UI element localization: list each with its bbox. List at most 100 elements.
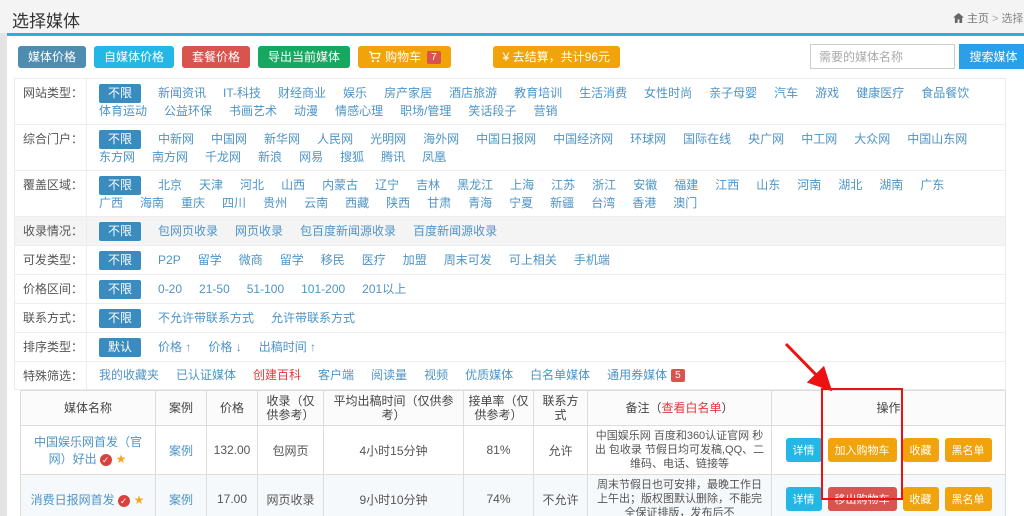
filter-option[interactable]: 已认证媒体 [176,367,236,384]
case-link[interactable]: 案例 [169,444,193,458]
filter-option[interactable]: 动漫 [294,103,318,120]
search-input[interactable] [810,44,955,69]
search-button[interactable]: 搜索媒体 [959,44,1024,69]
filter-option[interactable]: 白名单媒体 [530,367,590,384]
filter-option[interactable]: 天津 [199,177,223,194]
filter-option[interactable]: 中工网 [801,131,837,148]
filter-option[interactable]: 101-200 [301,281,345,298]
filter-option[interactable]: 云南 [304,195,328,212]
filter-option[interactable]: 营销 [533,103,557,120]
filter-option[interactable]: 人民网 [317,131,353,148]
detail-button[interactable]: 详情 [786,487,822,511]
add-to-cart-button[interactable]: 加入购物车 [828,438,897,462]
filter-option[interactable]: 娱乐 [343,85,367,102]
filter-option[interactable]: 黑龙江 [457,177,493,194]
filter-option[interactable]: 周末可发 [444,252,492,269]
filter-option[interactable]: P2P [158,252,181,269]
filter-option[interactable]: 默认 [99,338,141,357]
filter-option[interactable]: 光明网 [370,131,406,148]
checkout-button[interactable]: ¥ 去结算，共计96元 [493,46,620,68]
filter-option[interactable]: 甘肃 [427,195,451,212]
filter-option[interactable]: 不限 [99,251,141,270]
view-whitelist-link[interactable]: 查看白名单 [661,401,721,415]
media-name-link[interactable]: 消费日报网首发 [31,493,115,507]
filter-option[interactable]: 新浪 [258,149,282,166]
filter-option[interactable]: 千龙网 [205,149,241,166]
filter-option[interactable]: 职场/管理 [400,103,451,120]
case-link[interactable]: 案例 [169,493,193,507]
cart-button[interactable]: 购物车7 [358,46,451,68]
filter-option[interactable]: 北京 [158,177,182,194]
filter-option[interactable]: 食品餐饮 [921,85,969,102]
filter-option[interactable]: 安徽 [633,177,657,194]
filter-option[interactable]: 河北 [240,177,264,194]
filter-option[interactable]: 房产家居 [384,85,432,102]
filter-option[interactable]: 百度新闻源收录 [413,223,497,240]
filter-option[interactable]: 海外网 [423,131,459,148]
filter-option[interactable]: 陕西 [386,195,410,212]
filter-option[interactable]: 重庆 [181,195,205,212]
filter-option[interactable]: 湖南 [879,177,903,194]
filter-option[interactable]: 内蒙古 [322,177,358,194]
filter-option[interactable]: 笑话段子 [468,103,516,120]
filter-option[interactable]: 山西 [281,177,305,194]
filter-option[interactable]: 移民 [321,252,345,269]
filter-option[interactable]: 新疆 [550,195,574,212]
filter-option[interactable]: 女性时尚 [644,85,692,102]
package-price-button[interactable]: 套餐价格 [182,46,250,68]
filter-option[interactable]: 留学 [280,252,304,269]
filter-option[interactable]: 手机端 [574,252,610,269]
filter-option[interactable]: 不限 [99,130,141,149]
filter-option[interactable]: 海南 [140,195,164,212]
filter-option[interactable]: 汽车 [774,85,798,102]
filter-option[interactable]: 我的收藏夹 [99,367,159,384]
filter-option[interactable]: 西藏 [345,195,369,212]
filter-option[interactable]: 新华网 [264,131,300,148]
filter-option[interactable]: 央广网 [748,131,784,148]
filter-option[interactable]: 创建百科 [253,367,301,384]
filter-option[interactable]: 山东 [756,177,780,194]
remove-from-cart-button[interactable]: 移出购物车 [828,487,897,511]
filter-option[interactable]: 江苏 [551,177,575,194]
filter-option[interactable]: 201以上 [362,281,406,298]
filter-option[interactable]: 不允许带联系方式 [158,310,254,327]
filter-option[interactable]: 广东 [920,177,944,194]
filter-option[interactable]: 浙江 [592,177,616,194]
filter-option[interactable]: 不限 [99,309,141,328]
filter-option[interactable]: 湖北 [838,177,862,194]
filter-option[interactable]: 凤凰 [422,149,446,166]
export-current-media-button[interactable]: 导出当前媒体 [258,46,350,68]
filter-option[interactable]: 出稿时间 ↑ [259,339,316,356]
filter-option[interactable]: 可上相关 [509,252,557,269]
filter-option[interactable]: IT-科技 [223,85,261,102]
filter-option[interactable]: 留学 [198,252,222,269]
filter-option[interactable]: 包百度新闻源收录 [300,223,396,240]
filter-option[interactable]: 吉林 [416,177,440,194]
filter-option[interactable]: 亲子母婴 [709,85,757,102]
filter-option[interactable]: 中国网 [211,131,247,148]
filter-option[interactable]: 不限 [99,84,141,103]
filter-option[interactable]: 上海 [510,177,534,194]
blacklist-button[interactable]: 黑名单 [945,487,992,511]
self-media-price-button[interactable]: 自媒体价格 [94,46,174,68]
filter-option[interactable]: 青海 [468,195,492,212]
filter-option[interactable]: 阅读量 [371,367,407,384]
filter-option[interactable]: 公益环保 [164,103,212,120]
favorite-button[interactable]: 收藏 [903,438,939,462]
filter-option[interactable]: 加盟 [403,252,427,269]
filter-option[interactable]: 广西 [99,195,123,212]
filter-option[interactable]: 微商 [239,252,263,269]
filter-option[interactable]: 21-50 [199,281,230,298]
filter-option[interactable]: 新闻资讯 [158,85,206,102]
filter-option[interactable]: 国际在线 [683,131,731,148]
filter-option[interactable]: 价格 ↓ [208,339,241,356]
filter-option[interactable]: 0-20 [158,281,182,298]
filter-option[interactable]: 网页收录 [235,223,283,240]
filter-option[interactable]: 医疗 [362,252,386,269]
filter-option[interactable]: 环球网 [630,131,666,148]
filter-option[interactable]: 辽宁 [375,177,399,194]
filter-option[interactable]: 腾讯 [381,149,405,166]
filter-option[interactable]: 客户端 [318,367,354,384]
filter-option[interactable]: 江西 [715,177,739,194]
filter-option[interactable]: 不限 [99,176,141,195]
